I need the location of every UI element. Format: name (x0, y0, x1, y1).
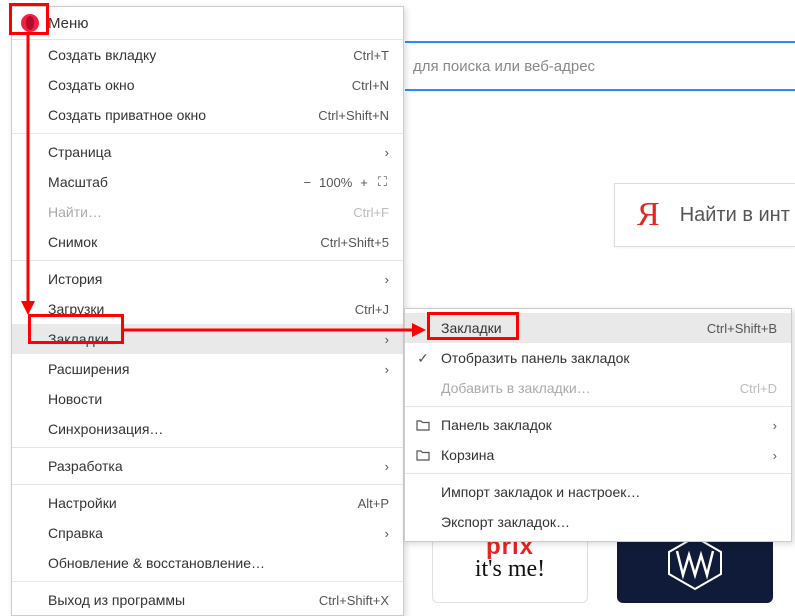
menu-divider (405, 406, 791, 407)
checkmark-icon: ✓ (415, 350, 431, 366)
yandex-search-box[interactable]: Я Найти в инт (614, 183, 795, 247)
chevron-right-icon: › (773, 418, 777, 433)
menu-title: Меню (48, 15, 89, 32)
zoom-in-button[interactable]: + (358, 175, 370, 190)
menu-sync[interactable]: Синхронизация… (12, 414, 403, 444)
zoom-level: 100% (319, 175, 352, 190)
menu-zoom: Масштаб − 100% + ⛶ (12, 167, 403, 197)
chevron-right-icon: › (385, 272, 389, 287)
menu-downloads[interactable]: Загрузки Ctrl+J (12, 294, 403, 324)
chevron-right-icon: › (385, 526, 389, 541)
menu-divider (405, 473, 791, 474)
bookmarks-submenu: Закладки Ctrl+Shift+B ✓ Отобразить панел… (404, 308, 792, 542)
opera-logo-icon (20, 13, 40, 33)
yandex-logo-icon: Я (637, 196, 660, 234)
menu-help[interactable]: Справка › (12, 518, 403, 548)
speeddial-tile-wargaming[interactable] (617, 533, 773, 603)
submenu-export-bookmarks[interactable]: Экспорт закладок… (405, 507, 791, 537)
menu-developer[interactable]: Разработка › (12, 451, 403, 481)
wargaming-logo-icon (665, 533, 725, 593)
menu-new-private-window[interactable]: Создать приватное окно Ctrl+Shift+N (12, 100, 403, 130)
address-bar-placeholder: для поиска или веб-адрес (413, 58, 595, 75)
main-menu: Меню Создать вкладку Ctrl+T Создать окно… (11, 6, 404, 616)
chevron-right-icon: › (385, 362, 389, 377)
menu-exit[interactable]: Выход из программы Ctrl+Shift+X (12, 585, 403, 615)
yandex-search-label: Найти в инт (680, 204, 790, 227)
chevron-right-icon: › (385, 145, 389, 160)
submenu-import-bookmarks[interactable]: Импорт закладок и настроек… (405, 477, 791, 507)
fullscreen-icon[interactable]: ⛶ (376, 174, 389, 190)
chevron-right-icon: › (385, 332, 389, 347)
menu-bookmarks[interactable]: Закладки › (12, 324, 403, 354)
menu-divider (12, 260, 403, 261)
folder-icon (415, 417, 431, 433)
menu-divider (12, 447, 403, 448)
menu-update-recovery[interactable]: Обновление & восстановление… (12, 548, 403, 578)
menu-divider (12, 133, 403, 134)
menu-header: Меню (12, 7, 403, 40)
menu-divider (12, 581, 403, 582)
menu-divider (12, 484, 403, 485)
submenu-show-bookmarks-bar[interactable]: ✓ Отобразить панель закладок (405, 343, 791, 373)
chevron-right-icon: › (773, 448, 777, 463)
folder-icon (415, 447, 431, 463)
menu-find: Найти… Ctrl+F (12, 197, 403, 227)
prix-slogan: it's me! (475, 557, 545, 581)
menu-extensions[interactable]: Расширения › (12, 354, 403, 384)
menu-news[interactable]: Новости (12, 384, 403, 414)
submenu-trash-folder[interactable]: Корзина › (405, 440, 791, 470)
zoom-out-button[interactable]: − (301, 175, 313, 190)
menu-snapshot[interactable]: Снимок Ctrl+Shift+5 (12, 227, 403, 257)
menu-history[interactable]: История › (12, 264, 403, 294)
chevron-right-icon: › (385, 459, 389, 474)
submenu-bookmarks[interactable]: Закладки Ctrl+Shift+B (405, 313, 791, 343)
speeddial-tile-prix[interactable]: prix it's me! (432, 533, 588, 603)
submenu-bookmarks-bar-folder[interactable]: Панель закладок › (405, 410, 791, 440)
menu-settings[interactable]: Настройки Alt+P (12, 488, 403, 518)
menu-new-tab[interactable]: Создать вкладку Ctrl+T (12, 40, 403, 70)
address-bar[interactable]: для поиска или веб-адрес (405, 41, 795, 91)
submenu-add-bookmark: Добавить в закладки… Ctrl+D (405, 373, 791, 403)
menu-page[interactable]: Страница › (12, 137, 403, 167)
menu-new-window[interactable]: Создать окно Ctrl+N (12, 70, 403, 100)
